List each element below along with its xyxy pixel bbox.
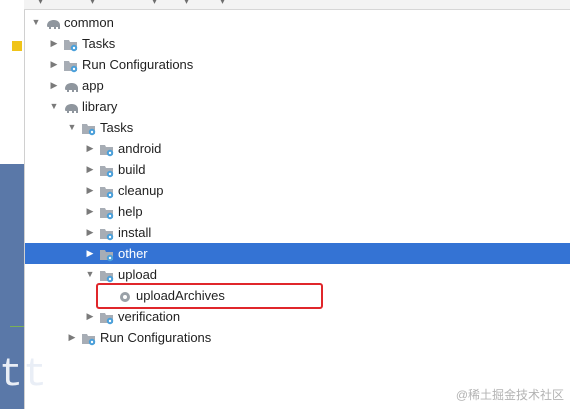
toolbar-add-icon[interactable]: ▾ [38,0,43,7]
tree-row-label: common [64,15,114,30]
tree-row-label: verification [118,309,181,324]
folder-gear-icon [81,121,97,136]
chevron-down-icon[interactable]: ▼ [30,12,42,33]
folder-gear-icon [63,37,79,52]
folder-gear-icon [99,142,115,157]
tree-row-run-configurations[interactable]: ▶ Run Configurations [25,327,570,348]
tree-row-help[interactable]: ▶ help [25,201,570,222]
chevron-right-icon[interactable]: ▶ [48,33,60,54]
folder-gear-icon [63,58,79,73]
chevron-down-icon[interactable]: ▼ [66,117,78,138]
green-divider [10,326,24,327]
tree-row-tasks[interactable]: ▼ Tasks [25,117,570,138]
tree-row-label: other [118,246,148,261]
tree-row-library[interactable]: ▼ library [25,96,570,117]
folder-gear-icon [99,226,115,241]
chevron-right-icon[interactable]: ▶ [48,54,60,75]
tree-row-run-configurations[interactable]: ▶ Run Configurations [25,54,570,75]
tree-row-label: Run Configurations [82,57,194,72]
tree-row-build[interactable]: ▶ build [25,159,570,180]
toolbar-link-icon[interactable]: ▾ [184,0,189,7]
tree-row-label: Tasks [82,36,116,51]
tree-row-common[interactable]: ▼ common [25,12,570,33]
chevron-down-icon[interactable]: ▼ [84,264,96,285]
watermark: @稀土掘金技术社区 [455,388,564,402]
folder-gear-icon [99,310,115,325]
tree-row-label: app [82,78,104,93]
tree-row-install[interactable]: ▶ install [25,222,570,243]
folder-gear-icon [99,184,115,199]
chevron-down-icon[interactable]: ▼ [48,96,60,117]
chevron-right-icon[interactable]: ▶ [84,138,96,159]
tree-row-label: build [118,162,146,177]
chevron-right-icon[interactable]: ▶ [84,222,96,243]
chevron-right-icon[interactable]: ▶ [84,306,96,327]
tree-row-label: install [118,225,152,240]
chevron-right-icon[interactable]: ▶ [84,243,96,264]
tree-row-label: library [82,99,118,114]
tree-row-label: upload [118,267,158,282]
tree-row-label: Run Configurations [100,330,212,345]
tree-row-label: cleanup [118,183,164,198]
editor-preview: tt [0,164,47,409]
tree-row-label: Tasks [100,120,134,135]
tree-row-android[interactable]: ▶ android [25,138,570,159]
folder-gear-icon [99,247,115,262]
tree-row-app[interactable]: ▶ app [25,75,570,96]
tree-row-tasks[interactable]: ▶ Tasks [25,33,570,54]
gradle-toolbar: ▾ ▾ ▾ ▾ ▾ [24,0,570,10]
folder-gear-icon [99,205,115,220]
gradle-elephant-icon [63,79,79,93]
tree-row-cleanup[interactable]: ▶ cleanup [25,180,570,201]
tree-row-verification[interactable]: ▶ verification [25,306,570,327]
chevron-right-icon[interactable]: ▶ [66,327,78,348]
folder-gear-icon [99,268,115,283]
chevron-right-icon[interactable]: ▶ [84,159,96,180]
toolbar-collapse-icon[interactable]: ▾ [152,0,157,7]
annotation-highlight-box [96,283,323,309]
editor-gutter-top [0,0,24,164]
chevron-right-icon[interactable]: ▶ [84,180,96,201]
gradle-elephant-icon [45,16,61,30]
chevron-right-icon[interactable]: ▶ [48,75,60,96]
tree-row-other[interactable]: ▶ other [25,243,570,264]
warning-marker-icon [12,41,22,51]
toolbar-tasks-icon[interactable]: ▾ [90,0,95,7]
gradle-elephant-icon [63,100,79,114]
chevron-right-icon[interactable]: ▶ [84,201,96,222]
folder-gear-icon [81,331,97,346]
tree-row-label: android [118,141,162,156]
tree-row-upload[interactable]: ▼ upload [25,264,570,285]
folder-gear-icon [99,163,115,178]
toolbar-settings-icon[interactable]: ▾ [220,0,225,7]
tree-row-label: help [118,204,143,219]
